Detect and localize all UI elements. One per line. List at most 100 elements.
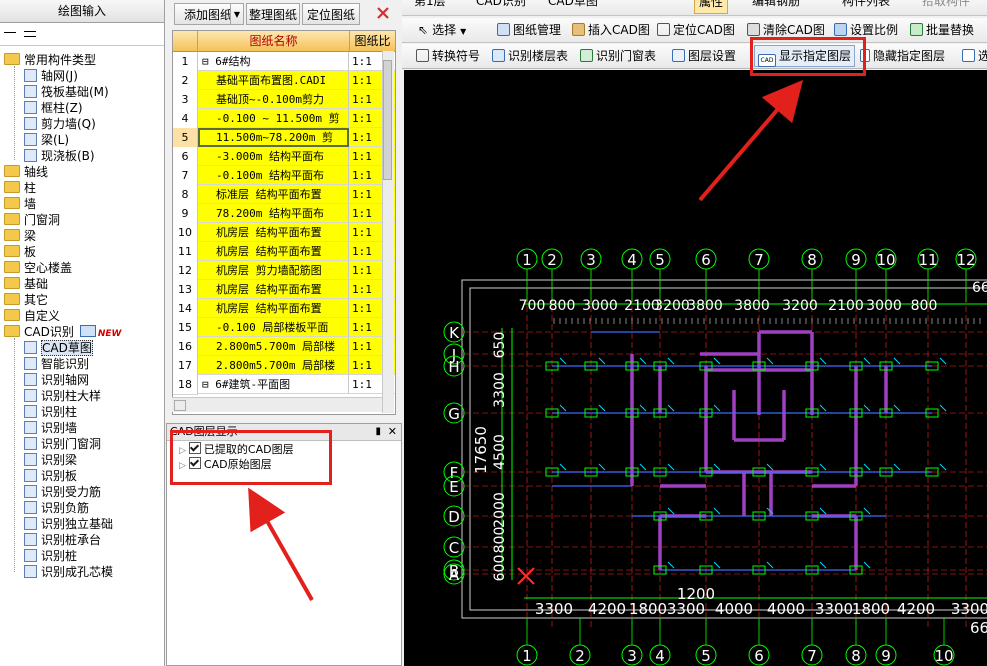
table-row[interactable]: 18 ⊟ 6#建筑-平面图 1:1 [173,375,395,395]
drawing-name-cell[interactable]: 机房层 结构平面布置 [198,242,349,261]
drawing-name-cell[interactable]: 机房层 结构平面布置 [198,223,349,242]
organize-drawing-button[interactable]: 整理图纸 [246,3,300,25]
tree-folder[interactable]: 轴线 [4,164,48,180]
tree-item[interactable]: 现浇板(B) [24,148,95,164]
table-row[interactable]: 13 机房层 结构平面布置 1:1 [173,280,395,300]
pin-icon[interactable]: ▮ [375,424,381,440]
tree-folder[interactable]: CAD识别 NEW [4,324,121,340]
tree-item[interactable]: 剪力墙(Q) [24,116,96,132]
table-row[interactable]: 9 78.200m 结构平面布 1:1 [173,204,395,224]
drawing-name-cell[interactable]: 标准层 结构平面布置 [198,185,349,204]
select-button[interactable]: ⇖ 选择 ▼ [418,19,466,41]
table-row[interactable]: 5 11.500m~78.200m 剪 1:1 [173,128,395,148]
tree-item[interactable]: 识别梁 [24,452,77,468]
mode-select[interactable]: CAD识别 [476,0,526,12]
table-row[interactable]: 11 机房层 结构平面布置 1:1 [173,242,395,262]
drawing-name-cell[interactable]: 11.500m~78.200m 剪 [198,128,349,147]
floor-select[interactable]: 第1层 [414,0,446,12]
batch-replace-button[interactable]: 批量替换 [910,19,974,41]
drawing-name-cell[interactable]: ⊟ 6#结构 [198,52,349,71]
table-row[interactable]: 16 2.800m5.700m 局部楼 1:1 [173,337,395,357]
collapse-icon[interactable] [4,32,16,33]
drawing-name-cell[interactable]: -0.100 ~ 11.500m 剪 [198,109,349,128]
tree-item[interactable]: 识别墙 [24,420,77,436]
expand-icon[interactable] [24,31,36,37]
table-row[interactable]: 15 -0.100 局部楼板平面 1:1 [173,318,395,338]
tree-folder[interactable]: 柱 [4,180,36,196]
hide-specified-layer-button[interactable]: 隐藏指定图层 [860,45,945,67]
table-row[interactable]: 3 基础顶~-0.100m剪力 1:1 [173,90,395,110]
close-icon[interactable] [372,2,394,24]
drawing-name-cell[interactable]: 基础平面布置图.CADI [198,71,349,90]
tree-folder[interactable]: 门窗洞 [4,212,60,228]
table-row[interactable]: 7 -0.100m 结构平面布 1:1 [173,166,395,186]
drawing-name-cell[interactable]: 2.800m5.700m 局部楼 [198,356,349,375]
tree-item[interactable]: 识别负筋 [24,500,89,516]
drawing-name-cell[interactable]: 机房层 剪力墙配筋图 [198,261,349,280]
scrollbar-thumb[interactable] [383,60,392,180]
identify-floor-table-button[interactable]: 识别楼层表 [492,45,568,67]
tree-item[interactable]: 识别桩承台 [24,532,101,548]
table-row[interactable]: 4 -0.100 ~ 11.500m 剪 1:1 [173,109,395,129]
sub-mode-select[interactable]: CAD草图 [548,0,598,12]
tree-item[interactable]: 识别受力筋 [24,484,101,500]
convert-symbol-button[interactable]: 转换符号 [416,45,480,67]
drawing-name-cell[interactable]: ⊟ 6#建筑-平面图 [198,375,349,394]
drawing-name-cell[interactable]: -0.100 局部楼板平面 [198,318,349,337]
tree-item[interactable]: 识别桩 [24,548,77,564]
drawing-management-button[interactable]: 图纸管理 [497,19,561,41]
tree-item[interactable]: 识别板 [24,468,77,484]
tree-item[interactable]: 识别柱 [24,404,77,420]
drawing-name-cell[interactable]: 机房层 结构平面布置 [198,299,349,318]
drawing-name-cell[interactable]: 基础顶~-0.100m剪力 [198,90,349,109]
tree-folder[interactable]: 墙 [4,196,36,212]
drawing-name-cell[interactable]: 2.800m5.700m 局部楼 [198,337,349,356]
table-row[interactable]: 17 2.800m5.700m 局部楼 1:1 [173,356,395,376]
close-icon[interactable]: ✕ [388,424,397,440]
table-row[interactable]: 2 基础平面布置图.CADI 1:1 [173,71,395,91]
tree-folder[interactable]: 常用构件类型 [4,52,96,68]
drawing-name-cell[interactable]: 78.200m 结构平面布 [198,204,349,223]
tree-item[interactable]: 识别成孔芯模 [24,564,113,580]
properties-button[interactable]: 属性 [694,0,729,14]
tree-folder[interactable]: 其它 [4,292,48,308]
tree-item[interactable]: 梁(L) [24,132,69,148]
column-header-name[interactable]: 图纸名称 [198,31,350,52]
tree-item[interactable]: 识别轴网 [24,372,89,388]
cad-drawing-canvas[interactable]: 1 2 3 4 5 6 7 8 9 10 11 12 1 2 3 4 5 6 7 8 9 10 K J H G F E D C B A 700 8… [404,70,987,666]
table-row[interactable]: 12 机房层 剪力墙配筋图 1:1 [173,261,395,281]
locate-drawing-button[interactable]: 定位图纸 [302,3,360,25]
drawing-name-cell[interactable]: -3.000m 结构平面布 [198,147,349,166]
identify-door-window-table-button[interactable]: 识别门窗表 [580,45,656,67]
tree-item[interactable]: 识别门窗洞 [24,436,101,452]
drawing-name-cell[interactable]: 机房层 结构平面布置 [198,280,349,299]
tree-folder[interactable]: 板 [4,244,36,260]
column-header-scale[interactable]: 图纸比 [350,31,395,52]
tree-item[interactable]: 框柱(Z) [24,100,83,116]
edit-rebar-button[interactable]: 编辑钢筋 [752,0,800,12]
tree-folder[interactable]: 空心楼盖 [4,260,72,276]
table-row[interactable]: 1 ⊟ 6#结构 1:1 [173,52,395,72]
tree-item[interactable]: CAD草图 [24,340,93,356]
table-row[interactable]: 8 标准层 结构平面布置 1:1 [173,185,395,205]
drawing-name-cell[interactable]: -0.100m 结构平面布 [198,166,349,185]
table-row[interactable]: 14 机房层 结构平面布置 1:1 [173,299,395,319]
locate-cad-button[interactable]: 定位CAD图 [657,19,735,41]
pick-component-button[interactable]: 拾取构件 [922,0,970,12]
tree-folder[interactable]: 基础 [4,276,48,292]
component-list-button[interactable]: 构件列表 [842,0,890,12]
table-row[interactable]: 10 机房层 结构平面布置 1:1 [173,223,395,243]
tree-item[interactable]: 识别独立基础 [24,516,113,532]
table-hscrollbar[interactable] [172,397,382,412]
tree-item[interactable]: 智能识别 [24,356,89,372]
tree-item[interactable]: 筏板基础(M) [24,84,109,100]
table-row[interactable]: 6 -3.000m 结构平面布 1:1 [173,147,395,167]
layer-settings-button[interactable]: 图层设置 [672,45,736,67]
tree-folder[interactable]: 梁 [4,228,36,244]
insert-cad-button[interactable]: 插入CAD图 [572,19,650,41]
select-layer-button[interactable]: 选 [962,45,987,67]
tree-item[interactable]: 识别柱大样 [24,388,101,404]
scroll-left-icon[interactable] [174,400,186,411]
add-drawing-dropdown[interactable]: ▼ [230,3,244,25]
tree-item[interactable]: 轴网(J) [24,68,78,84]
